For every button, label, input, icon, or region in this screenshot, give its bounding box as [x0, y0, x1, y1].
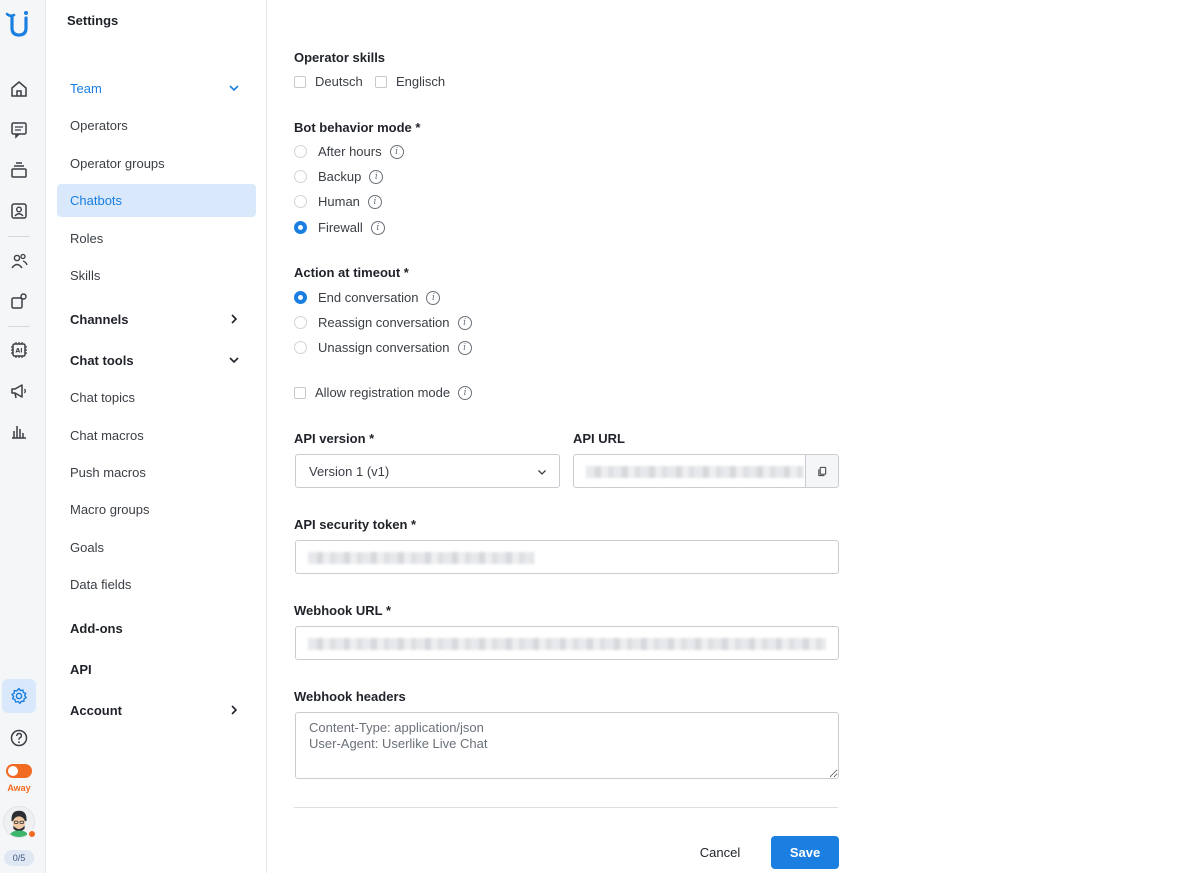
bot-mode-firewall[interactable]: Firewall i — [294, 220, 385, 235]
api-version-label: API version * — [294, 431, 375, 446]
info-icon[interactable]: i — [389, 144, 404, 159]
info-icon[interactable]: i — [457, 315, 472, 330]
skill-deutsch-checkbox[interactable] — [294, 75, 306, 88]
sidebar-item-operators[interactable]: Operators — [57, 109, 256, 142]
info-icon[interactable]: i — [458, 385, 473, 400]
team-icon[interactable] — [7, 249, 31, 273]
chat-count-badge: 0/5 — [4, 850, 34, 866]
integrations-icon[interactable] — [7, 289, 31, 313]
api-version-value: Version 1 (v1) — [309, 464, 390, 479]
chevron-right-icon — [231, 314, 238, 324]
bot-mode-backup-radio[interactable] — [294, 170, 307, 183]
sidebar-item-operator-groups[interactable]: Operator groups — [57, 147, 256, 180]
sidebar-section-team[interactable]: Team — [57, 72, 256, 105]
availability-status: Away — [7, 783, 31, 793]
registration-mode-option[interactable]: Allow registration mode i — [294, 385, 473, 400]
bot-mode-after-hours-radio[interactable] — [294, 145, 307, 158]
availability-toggle[interactable] — [6, 764, 32, 778]
bot-mode-human[interactable]: Human i — [294, 194, 382, 209]
inbox-stack-icon[interactable] — [7, 158, 31, 182]
api-version-select[interactable]: Version 1 (v1) — [295, 454, 560, 488]
save-button[interactable]: Save — [771, 836, 839, 869]
info-icon[interactable]: i — [426, 290, 441, 305]
settings-gear-icon[interactable] — [2, 679, 36, 713]
timeout-reassign-radio[interactable] — [294, 316, 307, 329]
webhook-headers-label: Webhook headers — [294, 689, 406, 704]
timeout-end-conversation[interactable]: End conversation i — [294, 290, 441, 305]
copy-icon — [817, 466, 826, 476]
api-token-label: API security token * — [294, 517, 417, 532]
conversations-icon[interactable] — [7, 118, 31, 142]
operator-skills-label: Operator skills — [294, 50, 386, 65]
analytics-icon[interactable] — [7, 419, 31, 443]
chatbot-settings-form: Operator skills Deutsch Englisch Bot beh… — [267, 0, 1189, 873]
info-icon[interactable]: i — [370, 220, 385, 235]
sidebar-section-add-ons[interactable]: Add-ons — [57, 612, 256, 645]
timeout-unassign-conversation[interactable]: Unassign conversation i — [294, 340, 472, 355]
timeout-unassign-radio[interactable] — [294, 341, 307, 354]
webhook-url-field[interactable] — [295, 626, 839, 660]
webhook-url-label: Webhook URL * — [294, 603, 392, 618]
status-dot — [27, 829, 37, 839]
form-divider — [294, 807, 838, 808]
skill-englisch-option[interactable]: Englisch — [375, 74, 445, 89]
sidebar-item-push-macros[interactable]: Push macros — [57, 456, 256, 489]
sidebar-section-api[interactable]: API — [57, 653, 256, 686]
home-icon[interactable] — [7, 77, 31, 101]
sidebar-section-account[interactable]: Account — [57, 694, 256, 727]
chevron-down-icon — [538, 470, 546, 475]
chevron-right-icon — [231, 705, 238, 715]
userlike-logo-icon[interactable] — [5, 8, 31, 38]
sidebar-section-chat-tools[interactable]: Chat tools — [57, 344, 256, 377]
svg-text:AI: AI — [16, 348, 23, 355]
sidebar-item-data-fields[interactable]: Data fields — [57, 568, 256, 601]
redacted-api-token — [308, 552, 534, 564]
webhook-headers-textarea[interactable] — [295, 712, 839, 779]
skill-deutsch-option[interactable]: Deutsch — [294, 74, 363, 89]
sidebar-item-chatbots[interactable]: Chatbots — [57, 184, 256, 217]
timeout-action-label: Action at timeout * — [294, 265, 409, 280]
icon-rail: AI Away 0/5 — [0, 0, 46, 873]
sidebar-section-channels[interactable]: Channels — [57, 303, 256, 336]
chevron-down-icon — [229, 85, 239, 92]
api-url-field[interactable] — [573, 454, 839, 488]
sidebar-item-chat-topics[interactable]: Chat topics — [57, 381, 256, 414]
sidebar-item-macro-groups[interactable]: Macro groups — [57, 493, 256, 526]
bot-mode-after-hours[interactable]: After hours i — [294, 144, 404, 159]
info-icon[interactable]: i — [457, 340, 472, 355]
bot-mode-backup[interactable]: Backup i — [294, 169, 384, 184]
api-token-field[interactable] — [295, 540, 839, 574]
bot-mode-label: Bot behavior mode * — [294, 120, 421, 135]
redacted-api-url — [586, 466, 804, 478]
sidebar-item-skills[interactable]: Skills — [57, 259, 256, 292]
chevron-down-icon — [229, 357, 239, 364]
timeout-reassign-conversation[interactable]: Reassign conversation i — [294, 315, 472, 330]
sidebar-item-roles[interactable]: Roles — [57, 222, 256, 255]
timeout-end-radio[interactable] — [294, 291, 307, 304]
contacts-icon[interactable] — [7, 199, 31, 223]
api-url-label: API URL — [573, 431, 625, 446]
bot-mode-firewall-radio[interactable] — [294, 221, 307, 234]
skill-englisch-checkbox[interactable] — [375, 75, 387, 88]
bot-mode-human-radio[interactable] — [294, 195, 307, 208]
help-icon[interactable] — [7, 726, 31, 750]
sidebar-item-chat-macros[interactable]: Chat macros — [57, 419, 256, 452]
info-icon[interactable]: i — [367, 194, 382, 209]
sidebar-item-goals[interactable]: Goals — [57, 531, 256, 564]
registration-mode-checkbox[interactable] — [294, 386, 306, 399]
copy-button[interactable] — [805, 455, 838, 487]
redacted-webhook-url — [308, 638, 826, 650]
info-icon[interactable]: i — [369, 169, 384, 184]
sidebar-title: Settings — [67, 13, 119, 28]
megaphone-icon[interactable] — [7, 379, 31, 403]
settings-sidebar: Settings Team Operators Operator groups … — [46, 0, 267, 873]
cancel-button[interactable]: Cancel — [692, 836, 748, 869]
ai-chip-icon[interactable]: AI — [7, 338, 31, 362]
